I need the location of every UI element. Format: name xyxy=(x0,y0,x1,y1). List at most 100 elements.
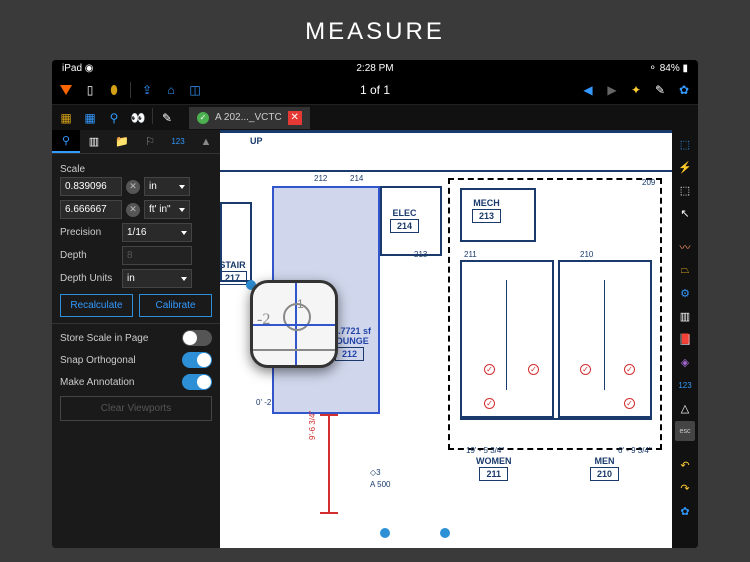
tag-212: 212 xyxy=(314,174,327,183)
wrench-icon[interactable]: ⚙ xyxy=(675,283,695,303)
gear-icon[interactable]: ✿ xyxy=(676,82,692,98)
status-bar: iPad ◉ 2:28 PM ⚬ 84% ▮ xyxy=(52,60,698,76)
node-dot[interactable] xyxy=(380,528,390,538)
depth-input xyxy=(122,246,192,265)
pin-icon[interactable]: ⚲ xyxy=(104,108,124,128)
tag-210: 210 xyxy=(580,250,593,259)
magnifier-loupe: -2 1 xyxy=(250,280,338,368)
precision-select[interactable]: 1/16 xyxy=(122,223,192,242)
book-icon[interactable]: 📕 xyxy=(675,329,695,349)
dim-men: 6' - 9 3/4" xyxy=(618,446,652,455)
undo-icon[interactable]: ↶ xyxy=(675,455,695,475)
triangle-icon[interactable]: △ xyxy=(675,398,695,418)
esc-icon[interactable]: esc xyxy=(675,421,695,441)
text-icon[interactable]: ▥ xyxy=(675,306,695,326)
tag-211: 211 xyxy=(464,250,477,259)
box-icon[interactable]: ◫ xyxy=(187,82,203,98)
edit-icon[interactable]: ✎ xyxy=(157,108,177,128)
check-mark-icon: ✓ xyxy=(624,398,635,409)
depth-units-select[interactable]: in xyxy=(122,269,192,288)
tag-214: 214 xyxy=(350,174,363,183)
make-anno-toggle[interactable] xyxy=(182,374,212,390)
curve-icon[interactable]: 〰 xyxy=(675,237,695,257)
store-scale-label: Store Scale in Page xyxy=(60,333,148,344)
pencil-icon[interactable]: ✎ xyxy=(652,82,668,98)
battery-indicator: ⚬ 84% ▮ xyxy=(649,63,688,74)
document-tabs: ✓ A 202..._VCTC ✕ xyxy=(189,107,310,129)
device-label: iPad ◉ xyxy=(62,63,94,74)
zero-label: 0' -2 xyxy=(256,398,271,407)
tag-213: 213 xyxy=(414,250,427,259)
clear-input-icon[interactable]: ✕ xyxy=(126,180,140,194)
women-label: WOMEN 211 xyxy=(476,456,512,481)
tab-markup[interactable]: ▥ xyxy=(80,130,108,153)
depth-label: Depth xyxy=(60,250,118,261)
thumbnail-icon[interactable]: ▦ xyxy=(56,108,76,128)
measure-panel: ⚲ ▥ 📁 ⚐ 123 ▲ Scale ✕ in ✕ ft' in" xyxy=(52,130,220,548)
nav-prev-icon[interactable]: ◀ xyxy=(580,82,596,98)
ipad-frame: iPad ◉ 2:28 PM ⚬ 84% ▮ ▯ ⬮ ⇪ ⌂ ◫ 1 of 1 … xyxy=(52,60,698,548)
make-anno-label: Make Annotation xyxy=(60,377,135,388)
check-icon: ✓ xyxy=(197,112,209,124)
tab-measure[interactable]: ⚲ xyxy=(52,130,80,153)
flash-icon[interactable]: ⚡ xyxy=(675,157,695,177)
tab-label: A 202..._VCTC xyxy=(215,112,282,123)
grid-icon[interactable]: ▦ xyxy=(80,108,100,128)
tab-warn[interactable]: ▲ xyxy=(192,130,220,153)
page-title: MEASURE xyxy=(0,0,750,58)
document-icon[interactable]: ▯ xyxy=(82,82,98,98)
node-dot[interactable] xyxy=(440,528,450,538)
right-toolbar: ⬚ ⚡ ⬚ ↖ 〰 ⏢ ⚙ ▥ 📕 ◈ 123 △ esc ↶ ↷ ✿ xyxy=(672,130,698,548)
scale-heading: Scale xyxy=(60,164,212,175)
settings-icon[interactable]: ✿ xyxy=(675,501,695,521)
panel-tabs: ⚲ ▥ 📁 ⚐ 123 ▲ xyxy=(52,130,220,154)
close-tab-icon[interactable]: ✕ xyxy=(288,111,302,125)
recalculate-button[interactable]: Recalculate xyxy=(60,294,133,317)
tag-3: ◇3 xyxy=(370,468,381,477)
scale-source-unit[interactable]: in xyxy=(144,177,190,196)
highlighter-icon[interactable]: ✦ xyxy=(628,82,644,98)
men-label: MEN 210 xyxy=(590,456,619,481)
dim-women: 19' - 5 3/4" xyxy=(466,446,504,455)
mech-label: MECH 213 xyxy=(472,198,501,223)
scale-target-input[interactable] xyxy=(60,200,122,219)
snap-ortho-toggle[interactable] xyxy=(182,352,212,368)
crop-icon[interactable]: ⬚ xyxy=(675,134,695,154)
share-icon[interactable]: ⇪ xyxy=(139,82,155,98)
document-tab[interactable]: ✓ A 202..._VCTC ✕ xyxy=(189,107,310,129)
clear-input-icon[interactable]: ✕ xyxy=(126,203,140,217)
main-toolbar: ▯ ⬮ ⇪ ⌂ ◫ 1 of 1 ◀ ▶ ✦ ✎ ✿ xyxy=(52,76,698,104)
check-mark-icon: ✓ xyxy=(624,364,635,375)
scale-target-unit[interactable]: ft' in" xyxy=(144,200,190,219)
redo-icon[interactable]: ↷ xyxy=(675,478,695,498)
cursor-icon[interactable]: ↖ xyxy=(675,203,695,223)
menu-icon[interactable] xyxy=(58,82,74,98)
select-icon[interactable]: ⬚ xyxy=(675,180,695,200)
nav-next-icon[interactable]: ▶ xyxy=(604,82,620,98)
status-time: 2:28 PM xyxy=(356,63,393,74)
stair-label: STAIR 217 xyxy=(220,260,247,285)
hanger-icon[interactable]: ⏢ xyxy=(675,260,695,280)
stack-icon[interactable]: ◈ xyxy=(675,352,695,372)
floorplan-canvas[interactable]: UP STAIR 217 51.7721 sf LOUNGE 212 ELEC … xyxy=(220,130,672,548)
page-indicator: 1 of 1 xyxy=(360,83,390,97)
up-label: UP xyxy=(250,136,263,146)
check-mark-icon: ✓ xyxy=(580,364,591,375)
tab-flag[interactable]: ⚐ xyxy=(136,130,164,153)
precision-label: Precision xyxy=(60,227,118,238)
check-mark-icon: ✓ xyxy=(528,364,539,375)
wifi-icon: ◉ xyxy=(85,63,94,74)
folder-icon[interactable]: ⬮ xyxy=(106,82,122,98)
binocular-icon[interactable]: 👀 xyxy=(128,108,148,128)
calibrate-button[interactable]: Calibrate xyxy=(139,294,212,317)
tab-folder[interactable]: 📁 xyxy=(108,130,136,153)
scale-source-input[interactable] xyxy=(60,177,122,196)
tag-209: 209 xyxy=(642,178,655,187)
store-scale-toggle[interactable] xyxy=(182,330,212,346)
tab-123[interactable]: 123 xyxy=(164,130,192,153)
dim-red-label: 9'-6 3/4" xyxy=(308,411,317,440)
dim-line-red xyxy=(328,416,330,512)
room-men xyxy=(558,260,652,418)
home-icon[interactable]: ⌂ xyxy=(163,82,179,98)
num-icon[interactable]: 123 xyxy=(675,375,695,395)
